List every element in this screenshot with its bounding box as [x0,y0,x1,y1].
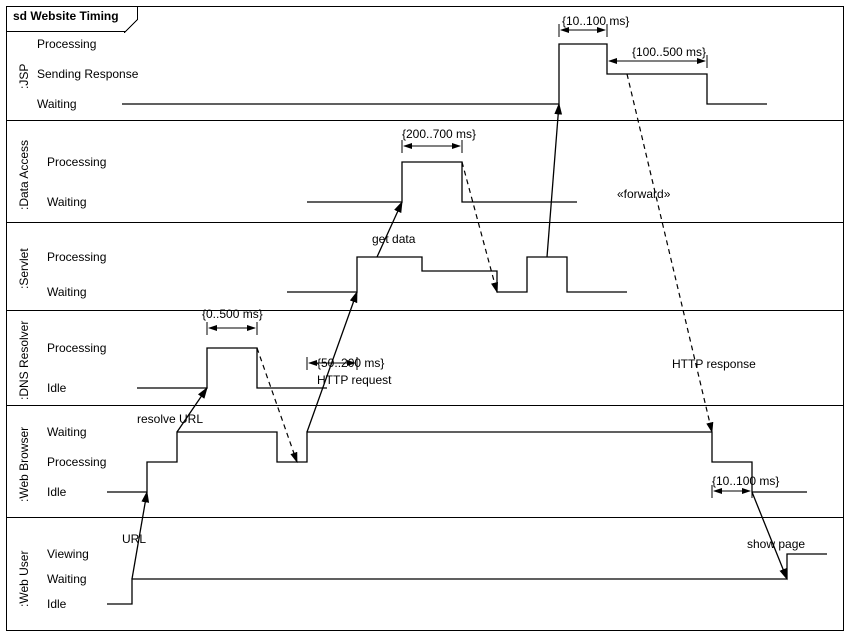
arrow-http-request [307,292,357,432]
constraint-jsp-proc [559,24,607,37]
arrow-get-data [377,202,402,257]
arrow-show-page [752,492,787,579]
diagram-title-box: sd Website Timing [7,7,138,32]
timeline-web-browser [107,432,807,492]
reply-http-response [627,74,712,432]
constraint-dns [207,322,257,335]
timeline-data-access [307,162,577,202]
reply-get-data [462,162,497,292]
timeline-web-user [107,554,827,604]
diagram-svg [7,7,845,632]
diagram-border: sd Website Timing :JSP :Data Access :Ser… [6,6,844,631]
arrow-url [132,492,147,579]
constraint-browser-proc [712,485,752,498]
diagram-title: sd Website Timing [13,9,119,23]
timing-diagram-frame: sd Website Timing :JSP :Data Access :Ser… [0,0,850,637]
constraint-http-req [307,357,357,370]
timeline-servlet [287,257,627,292]
constraint-data-access [402,140,462,153]
timeline-dns [137,348,327,388]
arrow-forward [547,104,559,257]
arrow-resolve-url [177,388,207,432]
timeline-jsp [122,44,767,104]
constraint-jsp-send [607,55,707,68]
